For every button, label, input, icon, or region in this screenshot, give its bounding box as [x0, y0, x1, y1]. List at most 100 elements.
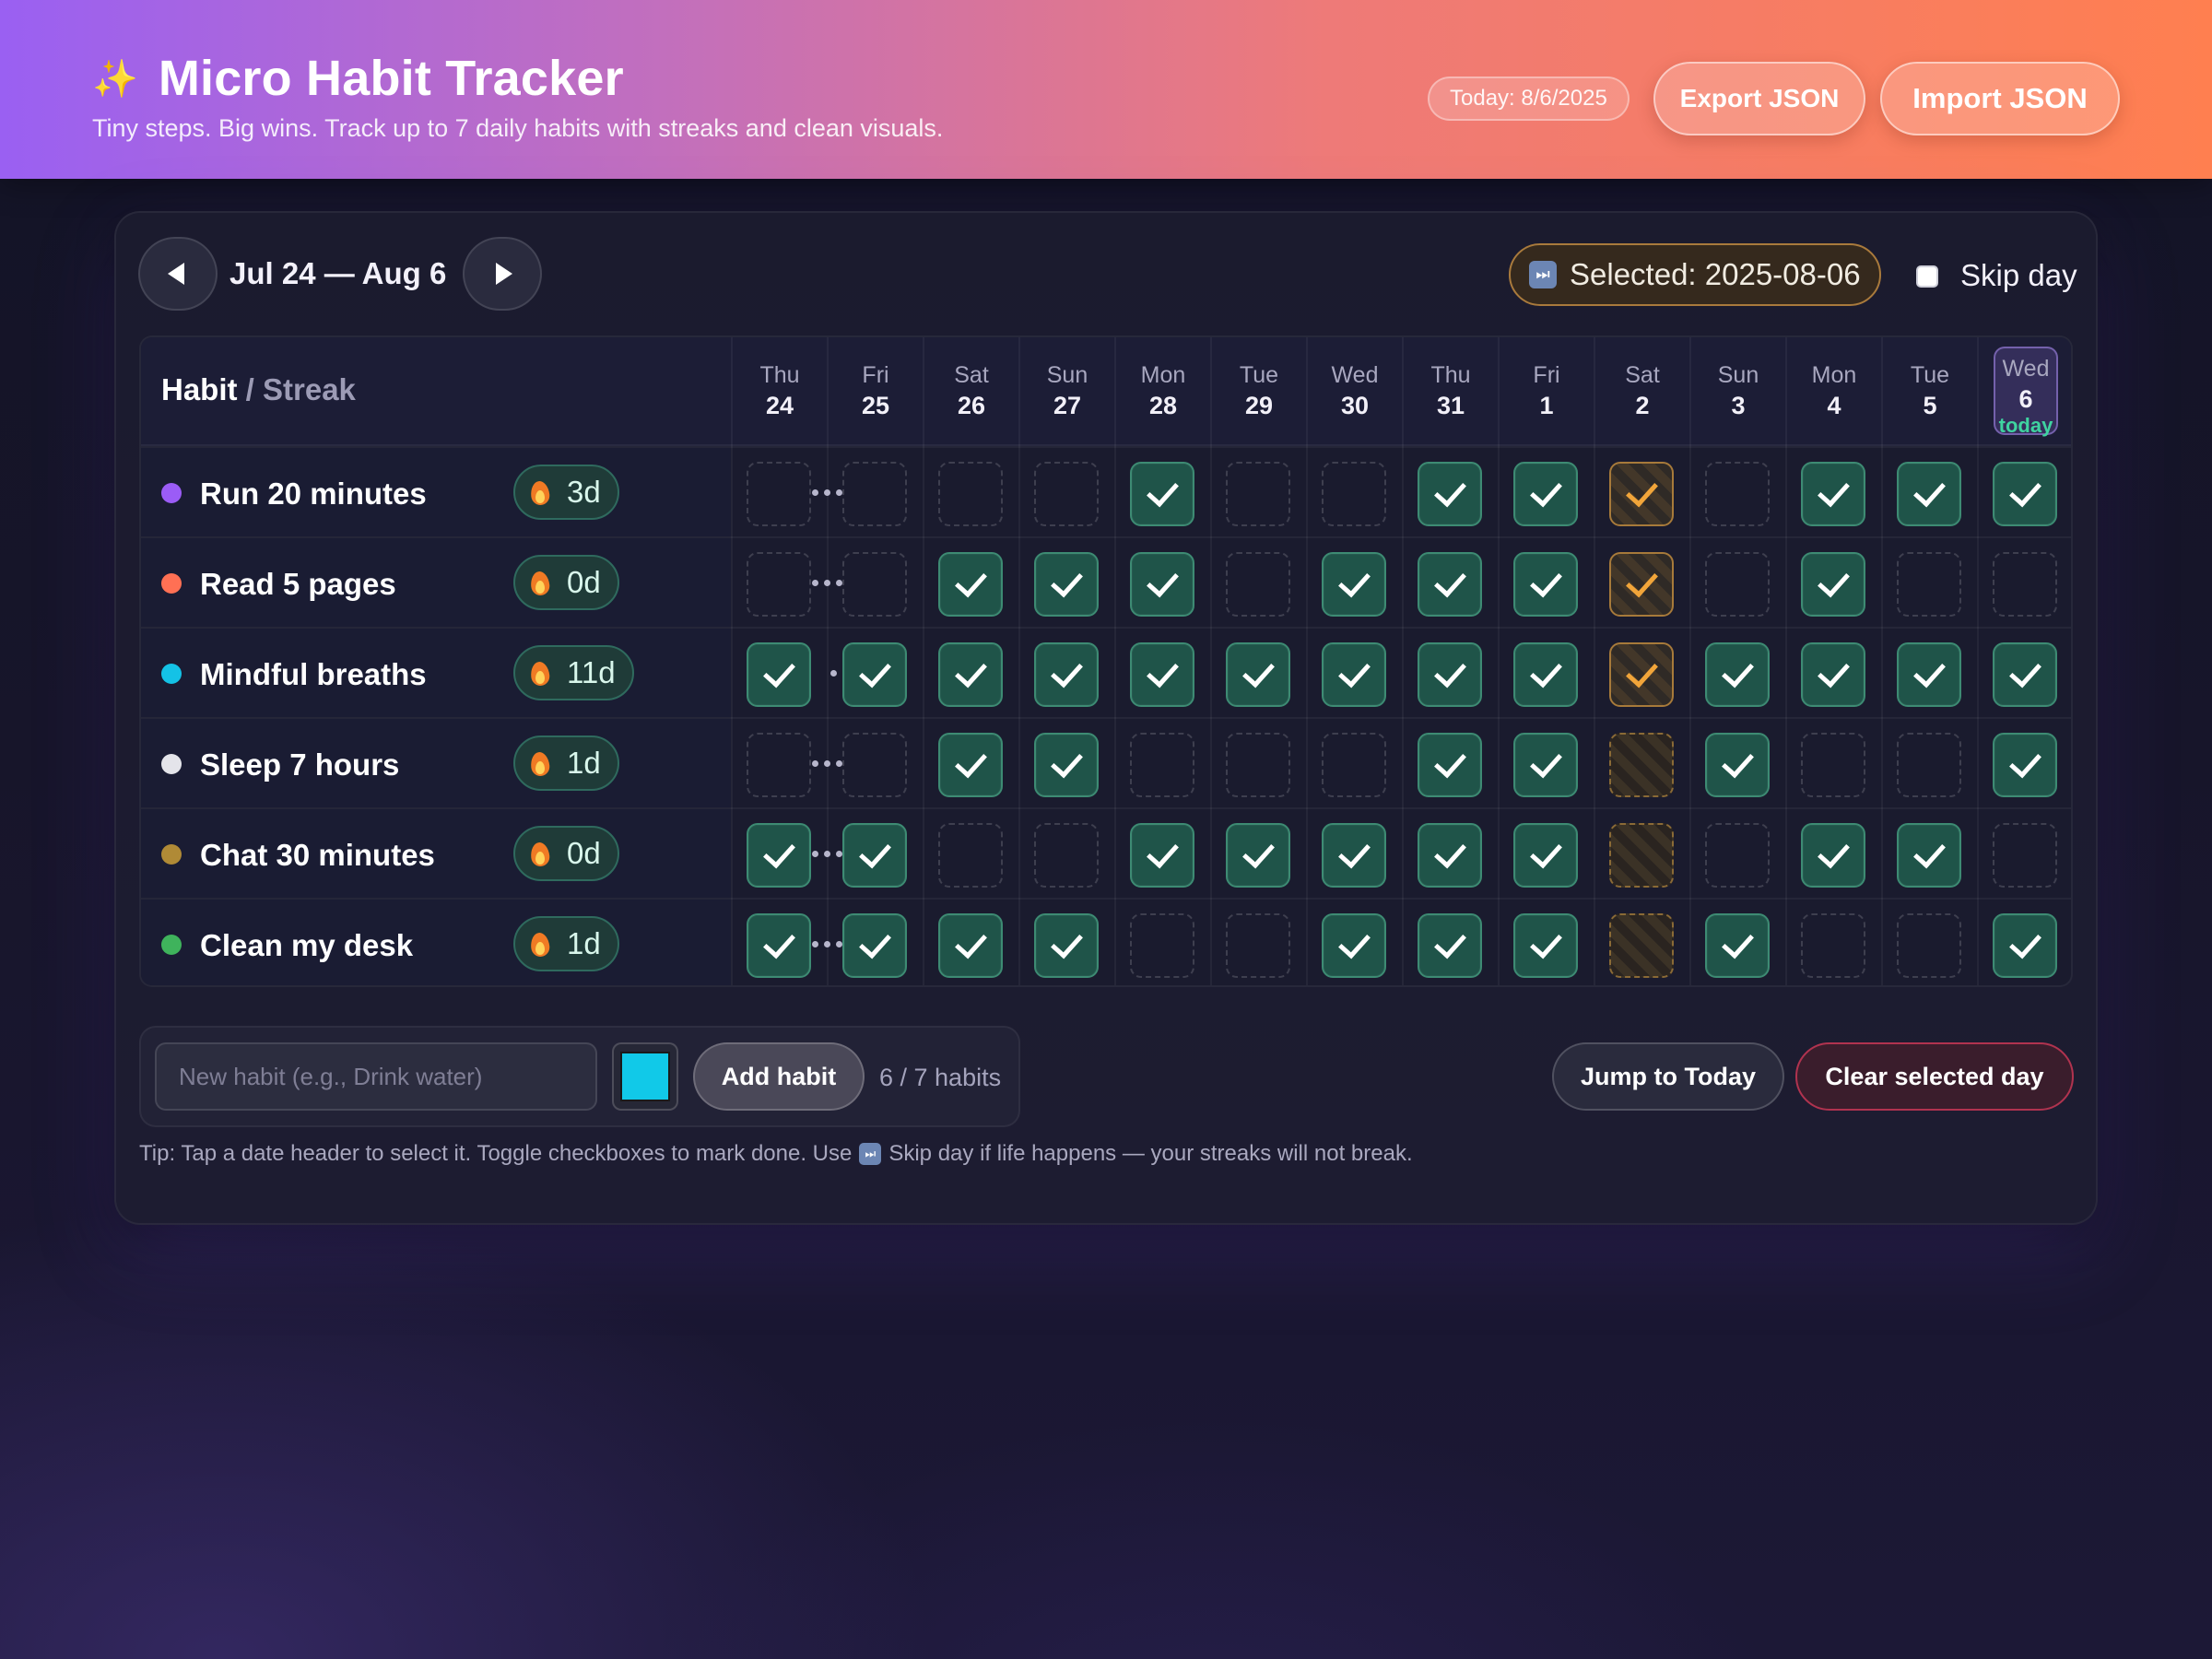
more-options-icon[interactable]: [812, 842, 842, 865]
habit-checkbox[interactable]: [1897, 913, 1961, 978]
habit-checkbox[interactable]: [842, 552, 907, 617]
habit-checkbox-checked[interactable]: [1897, 642, 1961, 707]
habit-checkbox-checked[interactable]: [1418, 462, 1482, 526]
habit-checkbox[interactable]: [1226, 913, 1290, 978]
add-habit-button[interactable]: Add habit: [693, 1042, 865, 1111]
habit-checkbox[interactable]: [1609, 823, 1674, 888]
habit-checkbox[interactable]: [1609, 733, 1674, 797]
more-options-icon[interactable]: [812, 571, 842, 594]
day-header[interactable]: Sun 27: [1018, 337, 1114, 446]
habit-checkbox[interactable]: [938, 462, 1003, 526]
habit-checkbox[interactable]: [1034, 462, 1099, 526]
habit-checkbox[interactable]: [842, 462, 907, 526]
habit-checkbox[interactable]: [842, 733, 907, 797]
habit-checkbox[interactable]: [1993, 823, 2057, 888]
habit-checkbox-checked[interactable]: [1801, 642, 1865, 707]
habit-checkbox[interactable]: [1130, 913, 1194, 978]
day-header[interactable]: Fri 1: [1498, 337, 1594, 446]
habit-checkbox-checked[interactable]: [747, 913, 811, 978]
habit-checkbox[interactable]: [1993, 552, 2057, 617]
clear-selected-day-button[interactable]: Clear selected day: [1795, 1042, 2074, 1111]
day-header[interactable]: Fri 25: [827, 337, 923, 446]
habit-checkbox-checked[interactable]: [1322, 552, 1386, 617]
export-json-button[interactable]: Export JSON: [1653, 62, 1865, 135]
habit-checkbox-checked[interactable]: [1513, 462, 1578, 526]
habit-checkbox-checked[interactable]: [1897, 823, 1961, 888]
skip-day-checkbox[interactable]: [1916, 265, 1938, 288]
habit-checkbox-checked[interactable]: [1130, 462, 1194, 526]
day-header[interactable]: Thu 24: [731, 337, 827, 446]
habit-checkbox-checked[interactable]: [938, 913, 1003, 978]
habit-checkbox[interactable]: [747, 552, 811, 617]
habit-checkbox-checked[interactable]: [1993, 642, 2057, 707]
habit-checkbox[interactable]: [1322, 462, 1386, 526]
habit-checkbox-checked[interactable]: [1034, 642, 1099, 707]
habit-checkbox-checked[interactable]: [1130, 642, 1194, 707]
habit-checkbox-checked[interactable]: [1609, 642, 1674, 707]
habit-checkbox-checked[interactable]: [747, 642, 811, 707]
habit-checkbox-checked[interactable]: [1034, 552, 1099, 617]
jump-to-today-button[interactable]: Jump to Today: [1552, 1042, 1784, 1111]
habit-checkbox-checked[interactable]: [1513, 913, 1578, 978]
habit-checkbox-checked[interactable]: [1513, 552, 1578, 617]
day-header[interactable]: Mon 28: [1114, 337, 1210, 446]
day-header[interactable]: Wed 30: [1306, 337, 1402, 446]
habit-checkbox[interactable]: [1897, 552, 1961, 617]
import-json-button[interactable]: Import JSON: [1880, 62, 2120, 135]
habit-checkbox-checked[interactable]: [1226, 823, 1290, 888]
day-header[interactable]: Sat 26: [923, 337, 1018, 446]
day-header[interactable]: Thu 31: [1402, 337, 1498, 446]
day-header[interactable]: Sun 3: [1689, 337, 1785, 446]
habit-checkbox-checked[interactable]: [1322, 913, 1386, 978]
habit-checkbox-checked[interactable]: [1418, 823, 1482, 888]
day-header[interactable]: Tue 29: [1210, 337, 1306, 446]
habit-checkbox-checked[interactable]: [842, 823, 907, 888]
habit-checkbox-checked[interactable]: [842, 913, 907, 978]
habit-checkbox[interactable]: [1801, 733, 1865, 797]
next-range-button[interactable]: [463, 237, 542, 311]
habit-checkbox[interactable]: [1226, 733, 1290, 797]
habit-checkbox-checked[interactable]: [1993, 733, 2057, 797]
new-habit-input[interactable]: [155, 1042, 597, 1111]
habit-checkbox-checked[interactable]: [1609, 552, 1674, 617]
habit-checkbox-checked[interactable]: [1418, 642, 1482, 707]
habit-checkbox[interactable]: [1130, 733, 1194, 797]
habit-checkbox-checked[interactable]: [1801, 552, 1865, 617]
habit-checkbox-checked[interactable]: [1801, 823, 1865, 888]
habit-checkbox[interactable]: [1705, 462, 1770, 526]
previous-range-button[interactable]: [138, 237, 218, 311]
habit-checkbox-checked[interactable]: [1418, 552, 1482, 617]
habit-checkbox-checked[interactable]: [1705, 733, 1770, 797]
habit-checkbox-checked[interactable]: [1513, 642, 1578, 707]
habit-checkbox-checked[interactable]: [842, 642, 907, 707]
habit-checkbox-checked[interactable]: [747, 823, 811, 888]
habit-checkbox-checked[interactable]: [1322, 642, 1386, 707]
habit-checkbox-checked[interactable]: [1609, 462, 1674, 526]
more-options-icon[interactable]: [812, 752, 842, 774]
habit-checkbox[interactable]: [747, 462, 811, 526]
habit-checkbox-checked[interactable]: [1705, 642, 1770, 707]
habit-checkbox-checked[interactable]: [938, 642, 1003, 707]
habit-checkbox[interactable]: [938, 823, 1003, 888]
day-header[interactable]: Tue 5: [1881, 337, 1977, 446]
habit-checkbox[interactable]: [1322, 733, 1386, 797]
habit-checkbox-checked[interactable]: [1418, 913, 1482, 978]
skip-day-label[interactable]: Skip day: [1960, 258, 2077, 293]
habit-checkbox[interactable]: [1609, 913, 1674, 978]
more-options-icon[interactable]: [812, 481, 842, 503]
habit-checkbox-checked[interactable]: [1226, 642, 1290, 707]
habit-checkbox[interactable]: [1801, 913, 1865, 978]
habit-checkbox[interactable]: [747, 733, 811, 797]
habit-checkbox-checked[interactable]: [1322, 823, 1386, 888]
habit-checkbox-checked[interactable]: [1897, 462, 1961, 526]
habit-checkbox-checked[interactable]: [1705, 913, 1770, 978]
day-header[interactable]: Sat 2: [1594, 337, 1689, 446]
habit-checkbox[interactable]: [1226, 552, 1290, 617]
habit-color-picker[interactable]: [612, 1042, 678, 1111]
habit-checkbox-checked[interactable]: [1993, 913, 2057, 978]
habit-checkbox-checked[interactable]: [1513, 733, 1578, 797]
habit-checkbox[interactable]: [1034, 823, 1099, 888]
day-header[interactable]: Wed 6 today: [1977, 337, 2071, 446]
habit-checkbox-checked[interactable]: [1513, 823, 1578, 888]
habit-checkbox-checked[interactable]: [938, 733, 1003, 797]
